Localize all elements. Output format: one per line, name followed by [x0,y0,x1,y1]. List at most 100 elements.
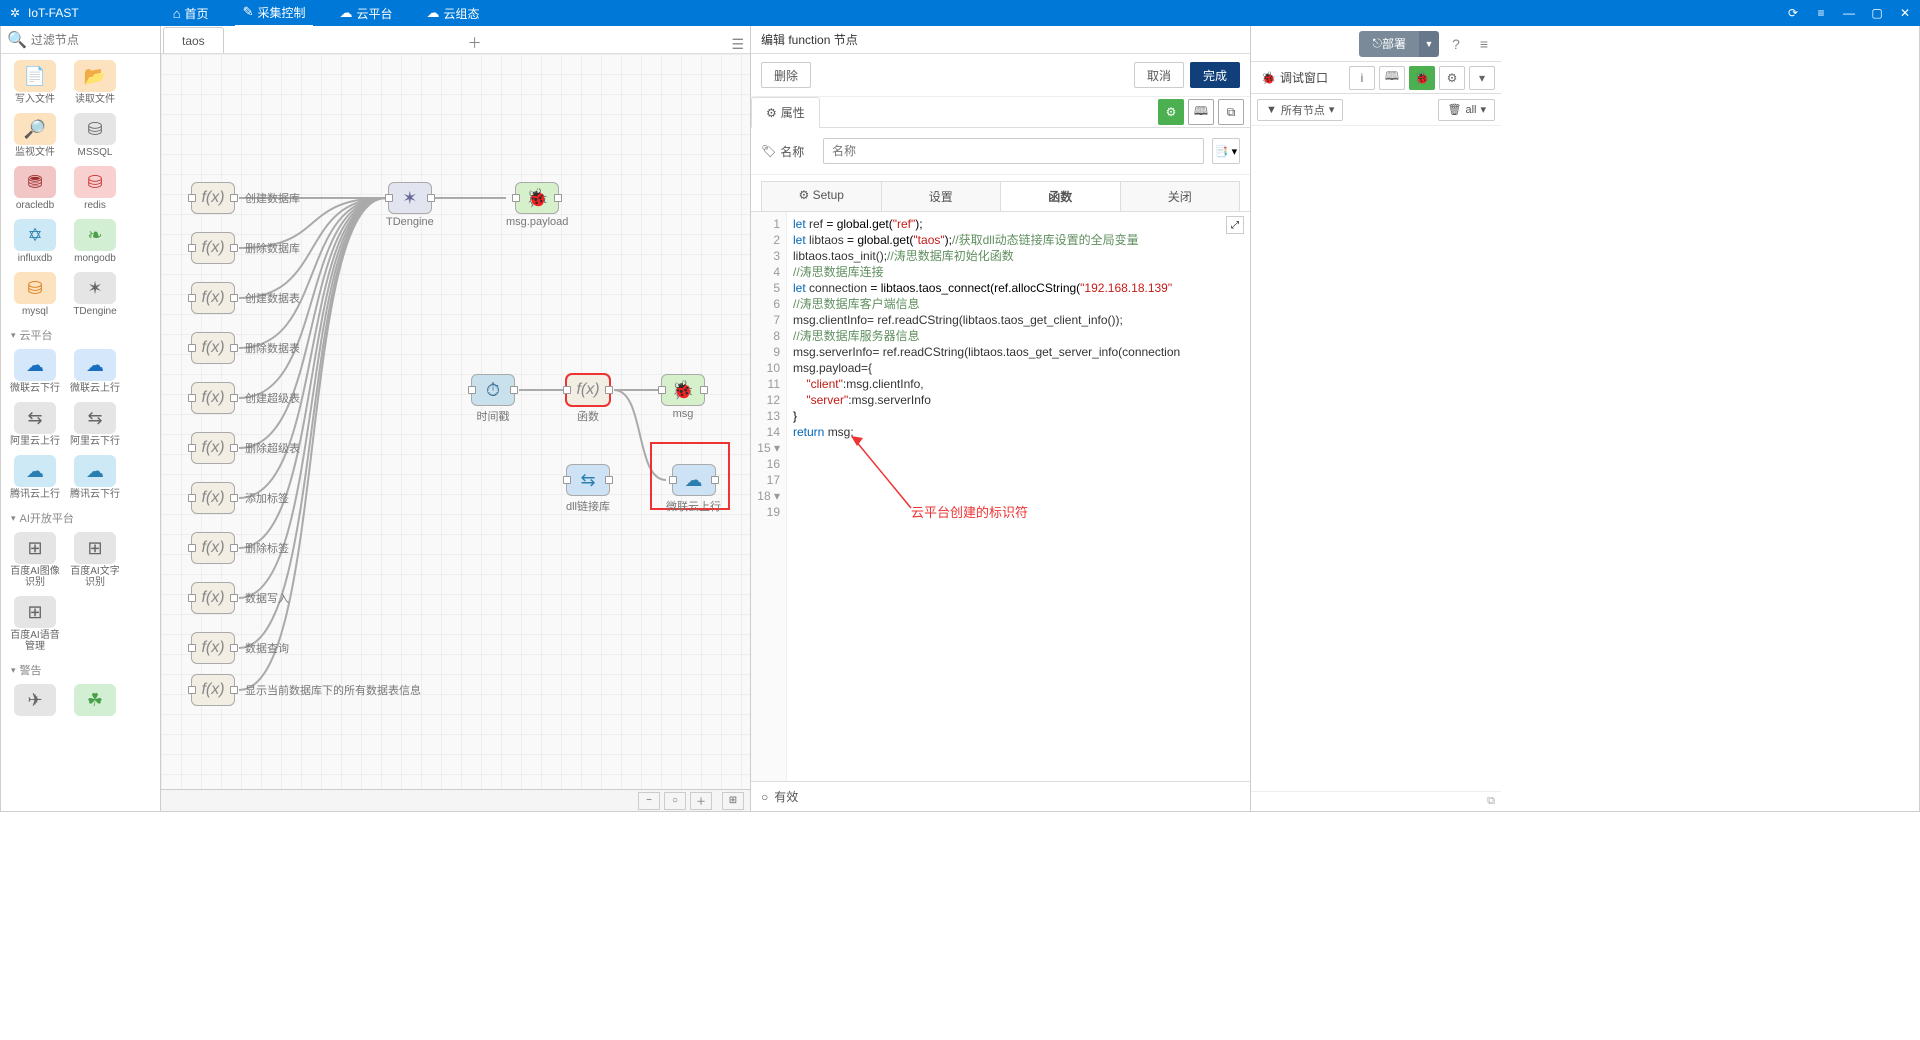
node-box[interactable]: f(x) [191,282,235,314]
node-box[interactable]: f(x) [191,432,235,464]
node-box[interactable]: f(x) [191,482,235,514]
palette-node[interactable]: ⇆阿里云下行 [69,402,121,447]
hamburger-icon[interactable]: ≡ [1473,33,1495,55]
palette-search[interactable]: 🔍 [1,26,160,54]
node-port-out[interactable] [711,476,719,484]
flow-node[interactable]: 🐞msg.payload [506,182,568,228]
node-port-in[interactable] [669,476,677,484]
delete-button[interactable]: 删除 [761,62,811,88]
palette-node[interactable]: ⛁MSSQL [69,113,121,158]
func-subtab[interactable]: 函数 [1000,181,1120,211]
node-port-in[interactable] [188,494,196,502]
node-port-out[interactable] [230,344,238,352]
flow-node[interactable]: f(x)函数 [566,374,610,424]
tab-debug-icon[interactable]: 🐞 [1409,66,1435,90]
close-icon[interactable]: ✕ [1898,6,1912,20]
node-port-out[interactable] [230,644,238,652]
node-port-in[interactable] [188,194,196,202]
name-input[interactable] [823,138,1204,164]
flow-node[interactable]: ✶TDengine [386,182,434,228]
palette-category[interactable]: 云平台 [3,321,158,345]
tab-menu-icon[interactable]: ☰ [725,36,750,53]
node-port-in[interactable] [563,476,571,484]
tab-info-icon[interactable]: i [1349,66,1375,90]
flow-node[interactable]: f(x)删除数据库 [191,232,235,264]
node-port-in[interactable] [188,394,196,402]
flow-node[interactable]: f(x)创建超级表 [191,382,235,414]
flow-node[interactable]: f(x)删除数据表 [191,332,235,364]
sync-icon[interactable]: ⟳ [1786,6,1800,20]
flow-node[interactable]: 🐞msg [661,374,705,420]
nav-item[interactable]: ⌂首页 [165,0,217,27]
flow-node[interactable]: f(x)显示当前数据库下的所有数据表信息 [191,674,235,706]
node-port-in[interactable] [188,244,196,252]
palette-node[interactable]: ☁微联云下行 [9,349,61,394]
node-docs-icon[interactable]: 🕮 [1188,99,1214,125]
palette-node[interactable]: ⇆阿里云上行 [9,402,61,447]
palette-node[interactable]: ❧mongodb [69,219,121,264]
done-button[interactable]: 完成 [1190,62,1240,88]
flow-node[interactable]: f(x)创建数据库 [191,182,235,214]
deploy-button[interactable]: ⎋ 部署 [1359,31,1419,57]
node-box[interactable]: 🐞 [515,182,559,214]
node-port-out[interactable] [605,476,613,484]
flow-node[interactable]: ⇆dll链接库 [566,464,610,514]
palette-node[interactable]: ✶TDengine [69,272,121,317]
add-tab-button[interactable]: ＋ [458,33,492,53]
node-port-in[interactable] [188,594,196,602]
palette-node[interactable]: ☘ [69,684,121,718]
palette-node[interactable]: ⛃oracledb [9,166,61,211]
palette-search-input[interactable] [31,33,154,47]
node-port-out[interactable] [700,386,708,394]
node-port-out[interactable] [554,194,562,202]
node-box[interactable]: 🐞 [661,374,705,406]
node-port-in[interactable] [563,386,571,394]
node-box[interactable]: f(x) [566,374,610,406]
func-subtab[interactable]: 设置 [881,181,1001,211]
cancel-button[interactable]: 取消 [1134,62,1184,88]
node-port-in[interactable] [512,194,520,202]
palette-node[interactable]: ✈ [9,684,61,718]
palette-node[interactable]: ☁腾讯云下行 [69,455,121,500]
node-port-out[interactable] [510,386,518,394]
node-box[interactable]: ✶ [388,182,432,214]
filter-clear[interactable]: 🗑 all ▾ [1438,99,1495,121]
node-port-out[interactable] [230,294,238,302]
nav-item[interactable]: ☁云组态 [419,0,488,27]
flow-node[interactable]: ☁微联云上行 [666,464,721,514]
node-port-in[interactable] [188,544,196,552]
flow-tab[interactable]: taos [163,27,224,53]
name-picker-icon[interactable]: 📑 ▾ [1212,138,1240,164]
palette-node[interactable]: 📄写入文件 [9,60,61,105]
zoom-reset-button[interactable]: ○ [664,792,686,810]
deploy-button-group[interactable]: ⎋ 部署 ▼ [1359,31,1439,57]
node-config-icon[interactable]: ⚙ [1158,99,1184,125]
node-port-out[interactable] [230,194,238,202]
flow-node[interactable]: ⏱时间戳 [471,374,515,424]
tab-dropdown-icon[interactable]: ▾ [1469,66,1495,90]
tab-config-icon[interactable]: ⚙ [1439,66,1465,90]
flow-node[interactable]: f(x)数据写入 [191,582,235,614]
node-port-out[interactable] [230,394,238,402]
minimize-icon[interactable]: — [1842,6,1856,20]
code-editor[interactable]: 1 2 3 4 5 6 7 8 9 10 11 12 13 14 15 ▾ 16… [751,212,1250,781]
node-box[interactable]: f(x) [191,382,235,414]
palette-node[interactable]: 🔎监视文件 [9,113,61,158]
node-box[interactable]: f(x) [191,632,235,664]
properties-tab[interactable]: ⚙ 属性 [751,97,820,128]
palette-node[interactable]: ☁微联云上行 [69,349,121,394]
flow-node[interactable]: f(x)数据查询 [191,632,235,664]
node-port-in[interactable] [188,644,196,652]
menu-icon[interactable]: ≡ [1814,6,1828,20]
node-box[interactable]: ☁ [672,464,716,496]
open-window-icon[interactable]: ⧉ [1487,795,1495,808]
expand-editor-icon[interactable]: ⤢ [1226,216,1244,234]
zoom-out-button[interactable]: − [638,792,660,810]
node-port-in[interactable] [188,686,196,694]
node-port-out[interactable] [230,444,238,452]
node-port-out[interactable] [605,386,613,394]
flow-node[interactable]: f(x)删除标签 [191,532,235,564]
help-icon[interactable]: ? [1445,33,1467,55]
palette-node[interactable]: ⛁mysql [9,272,61,317]
palette-node[interactable]: ⛁redis [69,166,121,211]
